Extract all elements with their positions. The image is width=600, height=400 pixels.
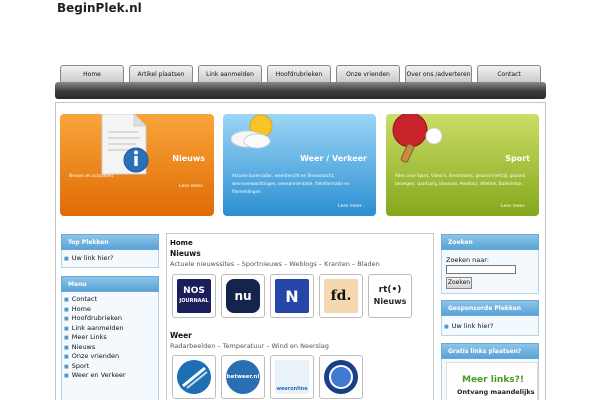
tab-home[interactable]: Home <box>60 65 124 83</box>
bullet-icon: ■ <box>64 297 69 303</box>
betweer-link[interactable]: betweer.nl <box>221 355 265 399</box>
radar-logo <box>177 360 211 394</box>
feature-title: Weer / Verkeer <box>300 154 367 163</box>
read-more-link[interactable]: Lees meer.. <box>338 204 364 209</box>
nu-logo: nu <box>226 279 260 313</box>
list-item[interactable]: ■ Uw link hier? <box>444 322 493 332</box>
betweer-logo: betweer.nl <box>226 360 260 394</box>
tab-over-ons[interactable]: Over ons /adverteren <box>405 65 472 83</box>
rtl-logo: rt(•) Nieuws <box>373 279 407 313</box>
feature-description: Nieuws en actualiteit <box>69 173 114 178</box>
bullet-icon: ■ <box>64 256 69 262</box>
bullet-icon: ■ <box>64 363 69 370</box>
weeronline-logo: weeronline <box>275 360 309 394</box>
promo-title: Meer links?! <box>462 375 524 385</box>
fd-link[interactable]: fd. <box>319 274 363 318</box>
menu-item-weer-en-verkeer[interactable]: ■ Weer en Verkeer <box>64 371 126 381</box>
feature-nieuws[interactable]: Nieuws Nieuws en actualiteit Lees meer.. <box>60 114 214 216</box>
menu-list: ■ Contact ■ Home ■ Hoofdrubrieken ■ Link aan… <box>64 295 126 381</box>
menu-item-contact[interactable]: ■ Contact <box>64 295 126 305</box>
nos-logo: NOS JOURNAAL <box>177 279 211 313</box>
menu-item-meer-links[interactable]: ■ Meer Links <box>64 333 126 343</box>
nieuws-subheading: Actuele nieuwssites – Sportnieuws – Webl… <box>170 260 380 268</box>
n-logo: N <box>275 279 309 313</box>
gratis-heading: Gratis links plaatsen? <box>441 343 539 359</box>
zoeken-heading: Zoeken <box>441 234 539 250</box>
menu-item-hoofdrubrieken[interactable]: ■ Hoofdrubrieken <box>64 314 126 324</box>
radar-icon <box>182 366 208 389</box>
weer-link-4[interactable] <box>319 355 363 399</box>
site-title[interactable]: BeginPlek.nl <box>57 1 142 15</box>
feature-title: Nieuws <box>172 154 205 163</box>
tab-link-aanmelden[interactable]: Link aanmelden <box>198 65 262 83</box>
feature-sport[interactable]: Sport Alles over Sport, Video's, livestr… <box>386 114 539 216</box>
fd-logo: fd. <box>324 279 358 313</box>
info-document-icon <box>101 114 149 175</box>
rtl-nieuws-link[interactable]: rt(•) Nieuws <box>368 274 412 318</box>
breadcrumb: Home <box>170 239 193 247</box>
bullet-icon: ■ <box>64 306 69 313</box>
sun-cloud-icon <box>230 114 273 149</box>
gesponsorde-list: ■ Uw link hier? <box>444 322 493 332</box>
read-more-link[interactable]: Lees meer.. <box>501 204 527 209</box>
bullet-icon: ■ <box>64 354 69 360</box>
feature-description: Actuele buienradar, weerbericht en filev… <box>232 173 350 194</box>
menu-item-home[interactable]: ■ Home <box>64 305 126 315</box>
nieuws-heading: Nieuws <box>170 249 201 258</box>
feature-description: Alles over Sport, Video's, livestreams, … <box>395 173 526 186</box>
bullet-icon: ■ <box>64 344 69 351</box>
main-navigation: Home Artikel plaatsen Link aanmelden Hoo… <box>58 65 544 83</box>
search-input[interactable] <box>446 265 516 274</box>
weer-subheading: Radarbeelden – Temperatuur – Wind en Nee… <box>170 342 329 350</box>
bullet-icon: ■ <box>64 316 69 322</box>
search-label: Zoeken naar: <box>446 256 489 264</box>
top-plekken-list: ■ Uw link hier? <box>64 254 113 264</box>
bullet-icon: ■ <box>64 373 69 379</box>
menu-item-onze-vrienden[interactable]: ■ Onze vrienden <box>64 352 126 362</box>
weather-globe-logo <box>324 360 358 394</box>
read-more-link[interactable]: Lees meer.. <box>179 184 205 189</box>
tab-contact[interactable]: Contact <box>477 65 541 83</box>
list-item[interactable]: ■ Uw link hier? <box>64 254 113 264</box>
tab-onze-vrienden[interactable]: Onze vrienden <box>336 65 400 83</box>
nav-bar <box>55 82 546 99</box>
weeronline-link[interactable]: weeronline <box>270 355 314 399</box>
menu-item-sport[interactable]: ■ Sport <box>64 362 126 372</box>
weer-heading: Weer <box>170 331 192 340</box>
bullet-icon: ■ <box>64 325 69 332</box>
top-plekken-heading: Top Plekken <box>61 234 159 250</box>
tab-hoofdrubrieken[interactable]: Hoofdrubrieken <box>267 65 331 83</box>
nos-journaal-link[interactable]: NOS JOURNAAL <box>172 274 216 318</box>
feature-title: Sport <box>505 154 530 163</box>
bullet-icon: ■ <box>444 324 449 330</box>
globe-icon <box>329 365 353 389</box>
feature-weer-verkeer[interactable]: Weer / Verkeer Actuele buienradar, weerb… <box>223 114 376 216</box>
meer-links-banner[interactable]: Meer links?! Ontvang maandelijks <box>446 362 538 400</box>
menu-item-nieuws[interactable]: ■ Nieuws <box>64 343 126 353</box>
ping-pong-icon <box>392 114 443 163</box>
menu-item-link-aanmelden[interactable]: ■ Link aanmelden <box>64 324 126 334</box>
promo-subtitle: Ontvang maandelijks <box>457 388 535 396</box>
weer-link-1[interactable] <box>172 355 216 399</box>
gesponsorde-heading: Gesponsorde Plekken <box>441 300 539 316</box>
nieuws-n-link[interactable]: N <box>270 274 314 318</box>
bullet-icon: ■ <box>64 335 69 341</box>
search-button[interactable]: Zoeken <box>446 277 472 289</box>
nu-nl-link[interactable]: nu <box>221 274 265 318</box>
tab-artikel-plaatsen[interactable]: Artikel plaatsen <box>129 65 193 83</box>
menu-heading: Menu <box>61 276 159 292</box>
